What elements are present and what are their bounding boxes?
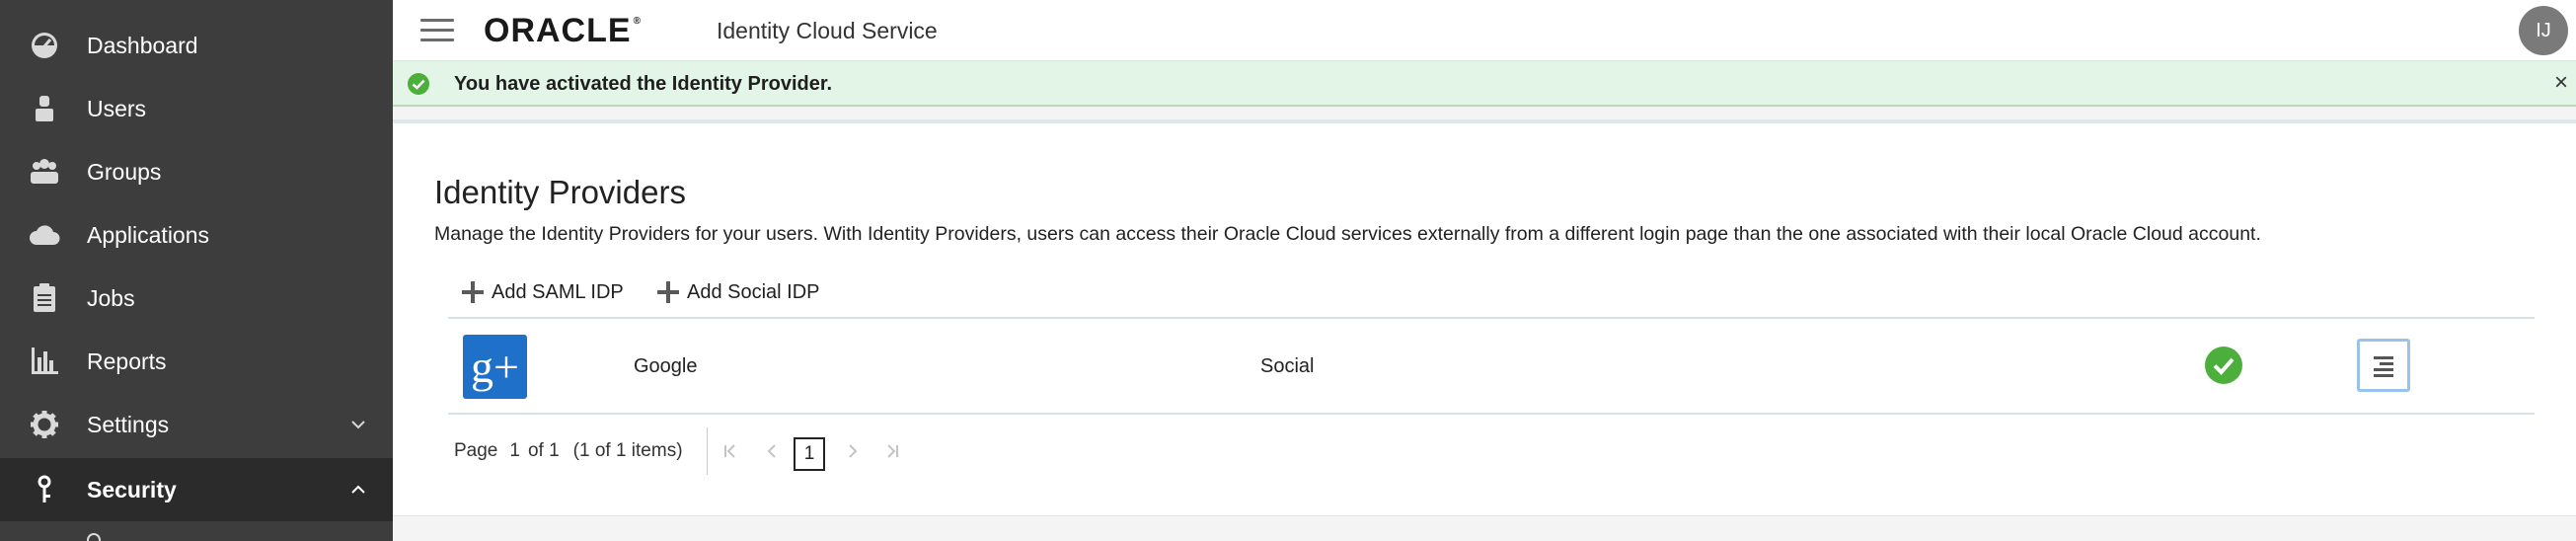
page-count: of 1 [527, 440, 560, 461]
plus-icon [657, 281, 679, 303]
active-status-icon [2205, 347, 2242, 384]
dashboard-icon [28, 29, 61, 62]
sidebar-item-security[interactable]: Security [0, 458, 393, 521]
chevron-down-icon [351, 421, 365, 429]
sidebar-item-label: Jobs [87, 284, 135, 311]
user-avatar[interactable]: IJ [2519, 6, 2568, 55]
sidebar-item-label: Applications [87, 221, 210, 248]
provider-name: Google [634, 355, 698, 377]
sidebar-item-reports[interactable]: Reports [0, 330, 393, 393]
chevron-up-icon [351, 485, 365, 494]
sidebar-item-users[interactable]: Users [0, 77, 393, 140]
add-saml-idp-button[interactable]: Add SAML IDP [462, 275, 624, 309]
user-icon [28, 92, 61, 125]
button-label: Add SAML IDP [492, 280, 624, 303]
sidebar-item-jobs[interactable]: Jobs [0, 267, 393, 330]
previous-page-icon[interactable] [760, 431, 784, 471]
check-circle-icon [408, 73, 429, 95]
close-icon[interactable]: × [2548, 70, 2574, 96]
success-banner: You have activated the Identity Provider… [393, 61, 2576, 107]
hamburger-menu-icon[interactable] [420, 19, 454, 42]
partial-nav-icon [87, 533, 101, 541]
add-social-idp-button[interactable]: Add Social IDP [657, 275, 820, 309]
sidebar-item-dashboard[interactable]: Dashboard [0, 14, 393, 77]
gear-icon [28, 408, 61, 441]
sidebar: Dashboard Users Groups Applications Jobs… [0, 0, 393, 541]
sidebar-item-label: Reports [87, 348, 167, 374]
row-actions-menu-button[interactable] [2357, 339, 2410, 392]
pager-divider [707, 427, 708, 475]
bar-chart-icon [28, 345, 61, 378]
oracle-logo: ORACLE ® [484, 12, 642, 49]
main-content: Identity Providers Manage the Identity P… [393, 123, 2576, 515]
sidebar-item-applications[interactable]: Applications [0, 203, 393, 267]
first-page-icon[interactable] [719, 431, 742, 471]
pagination: Page 1 of 1 (1 of 1 items) 1 [454, 427, 898, 475]
button-label: Add Social IDP [687, 280, 820, 303]
next-page-icon[interactable] [841, 431, 865, 471]
current-page-button[interactable]: 1 [794, 437, 825, 471]
sidebar-item-label: Security [87, 476, 177, 502]
last-page-icon[interactable] [880, 431, 904, 471]
key-icon [28, 473, 61, 506]
page-number: 1 [509, 440, 520, 461]
sidebar-item-settings[interactable]: Settings [0, 393, 393, 456]
table-row: g+ Google Social [448, 319, 2535, 415]
service-name: Identity Cloud Service [717, 18, 938, 43]
footer-band [393, 515, 2576, 541]
page-label: Page [454, 440, 498, 461]
sidebar-item-label: Users [87, 95, 147, 121]
provider-type: Social [1260, 355, 1315, 377]
sidebar-item-groups[interactable]: Groups [0, 140, 393, 203]
page-title: Identity Providers [434, 174, 686, 210]
items-count: (1 of 1 items) [572, 440, 683, 461]
sidebar-item-label: Dashboard [87, 32, 198, 58]
clipboard-icon [28, 281, 61, 315]
sidebar-item-label: Settings [87, 411, 170, 437]
sidebar-item-label: Groups [87, 158, 162, 185]
google-plus-logo: g+ [463, 335, 527, 399]
groups-icon [28, 155, 61, 189]
page-description: Manage the Identity Providers for your u… [434, 223, 2261, 245]
plus-icon [462, 281, 484, 303]
cloud-icon [28, 218, 61, 252]
top-header: ORACLE ® Identity Cloud Service IJ [393, 0, 2576, 61]
banner-message: You have activated the Identity Provider… [454, 73, 833, 95]
